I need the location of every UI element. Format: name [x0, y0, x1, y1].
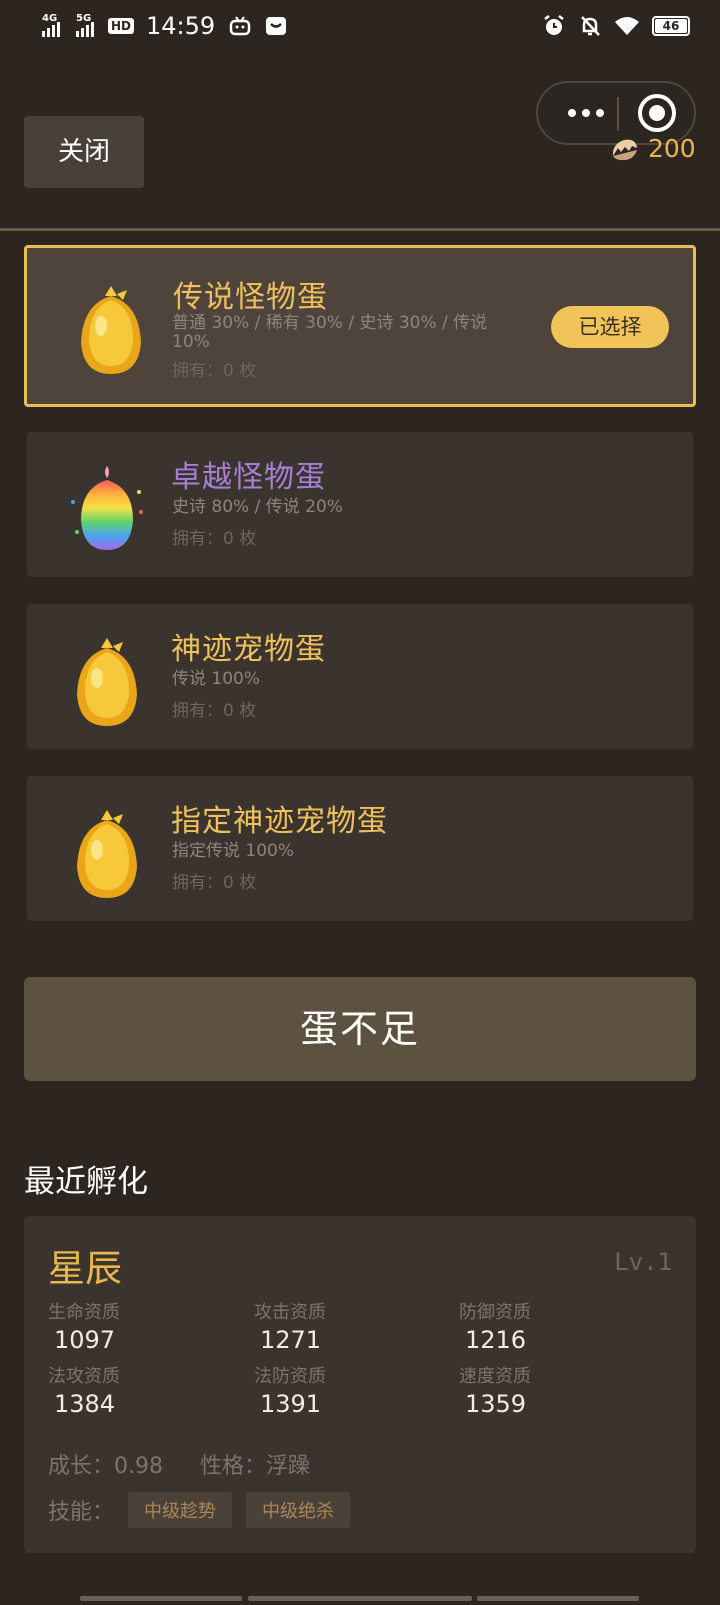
- egg-owned-count: 拥有：0 枚: [172, 361, 257, 381]
- scroll-indicator: [80, 1596, 242, 1601]
- stat-label: 生命资质: [48, 1302, 120, 1323]
- tv-icon: [229, 16, 251, 36]
- scroll-indicator: [477, 1596, 639, 1601]
- egg-owned-count: 拥有：0 枚: [172, 873, 257, 893]
- more-icon[interactable]: [558, 83, 614, 143]
- egg-rates: 指定传说 100%: [172, 841, 295, 861]
- pet-name: 星辰: [48, 1247, 122, 1290]
- pet-skills: 技能： 中级趁势 中级绝杀: [48, 1492, 351, 1528]
- egg-rates: 普通 30% / 稀有 30% / 史诗 30% / 传说 10%: [172, 313, 488, 352]
- stat-magic-attack: 法攻资质 1384: [48, 1362, 228, 1418]
- stat-value: 1384: [54, 1390, 116, 1418]
- alarm-icon: [544, 15, 564, 35]
- wifi-icon: [615, 17, 639, 35]
- status-left: 4G 5G HD 14:59: [42, 12, 287, 40]
- battery-icon: 46: [652, 16, 690, 36]
- rainbow-egg-icon: [71, 466, 143, 550]
- signal-5g-icon: 5G: [76, 13, 94, 37]
- egg-shell-icon: [612, 139, 637, 160]
- golden-egg-icon: [77, 638, 137, 726]
- pet-personality: 性格：浮躁: [200, 1454, 311, 1479]
- stat-attack: 攻击资质 1271: [254, 1298, 434, 1354]
- stat-value: 1391: [260, 1390, 322, 1418]
- egg-owned-count: 拥有：0 枚: [172, 529, 257, 549]
- status-right: 46: [542, 14, 690, 38]
- stat-magic-defense: 法防资质 1391: [254, 1362, 434, 1418]
- egg-owned-count: 拥有：0 枚: [172, 701, 257, 721]
- header-divider: [0, 228, 720, 231]
- net2-label: 5G: [76, 13, 92, 24]
- golden-egg-icon: [77, 810, 137, 898]
- hatch-button[interactable]: 蛋不足: [24, 977, 696, 1081]
- battery-level: 46: [655, 19, 687, 33]
- capsule-separator: [617, 97, 619, 131]
- stat-speed: 速度资质 1359: [459, 1362, 639, 1418]
- stat-value: 1271: [260, 1326, 322, 1354]
- egg-name: 传说怪物蛋: [173, 280, 328, 315]
- stat-label: 法防资质: [254, 1366, 326, 1387]
- egg-rates: 传说 100%: [172, 669, 261, 689]
- skill-tag: 中级绝杀: [246, 1492, 351, 1528]
- stat-label: 攻击资质: [254, 1302, 326, 1323]
- net1-label: 4G: [42, 13, 58, 24]
- pet-card: 星辰 Lv.1 生命资质 1097 攻击资质 1271 防御资质 1216 法攻…: [24, 1216, 696, 1553]
- egg-name: 指定神迹宠物蛋: [171, 804, 388, 839]
- pet-level: Lv.1: [614, 1248, 672, 1276]
- stat-value: 1359: [465, 1390, 527, 1418]
- skills-label: 技能：: [48, 1500, 115, 1525]
- egg-name: 卓越怪物蛋: [171, 460, 326, 495]
- mute-bell-icon: [581, 16, 600, 36]
- close-button[interactable]: 关闭: [24, 116, 144, 188]
- egg-card-designated-miracle-pet[interactable]: 指定神迹宠物蛋 指定传说 100% 拥有：0 枚: [27, 776, 693, 921]
- message-icon: [266, 17, 287, 35]
- egg-card-legend-monster[interactable]: 传说怪物蛋 普通 30% / 稀有 30% / 史诗 30% / 传说 10% …: [24, 245, 696, 407]
- stat-label: 防御资质: [459, 1302, 531, 1323]
- stat-label: 速度资质: [459, 1366, 531, 1387]
- signal-4g-icon: 4G: [42, 13, 60, 37]
- status-bar: 4G 5G HD 14:59 46: [0, 0, 720, 56]
- currency-amount: 200: [648, 134, 696, 163]
- stat-value: 1097: [54, 1326, 116, 1354]
- pet-growth: 成长：0.98: [48, 1454, 163, 1479]
- egg-rates: 史诗 80% / 传说 20%: [172, 497, 343, 517]
- stat-label: 法攻资质: [48, 1366, 120, 1387]
- egg-card-miracle-pet[interactable]: 神迹宠物蛋 传说 100% 拥有：0 枚: [27, 604, 693, 749]
- exit-target-icon[interactable]: [638, 94, 676, 132]
- egg-card-excellent-monster[interactable]: 卓越怪物蛋 史诗 80% / 传说 20% 拥有：0 枚: [27, 432, 693, 577]
- pet-meta: 成长：0.98 性格：浮躁: [48, 1448, 340, 1480]
- stat-value: 1216: [465, 1326, 527, 1354]
- scroll-indicator: [248, 1596, 472, 1601]
- stat-hp: 生命资质 1097: [48, 1298, 228, 1354]
- egg-name: 神迹宠物蛋: [171, 632, 326, 667]
- recent-hatch-title: 最近孵化: [24, 1164, 148, 1200]
- currency-display: 200: [610, 134, 696, 163]
- stat-defense: 防御资质 1216: [459, 1298, 639, 1354]
- golden-egg-icon: [81, 286, 141, 374]
- clock: 14:59: [146, 12, 216, 40]
- skill-tag: 中级趁势: [128, 1492, 233, 1528]
- selected-button[interactable]: 已选择: [551, 306, 669, 348]
- hd-icon: HD: [108, 18, 135, 34]
